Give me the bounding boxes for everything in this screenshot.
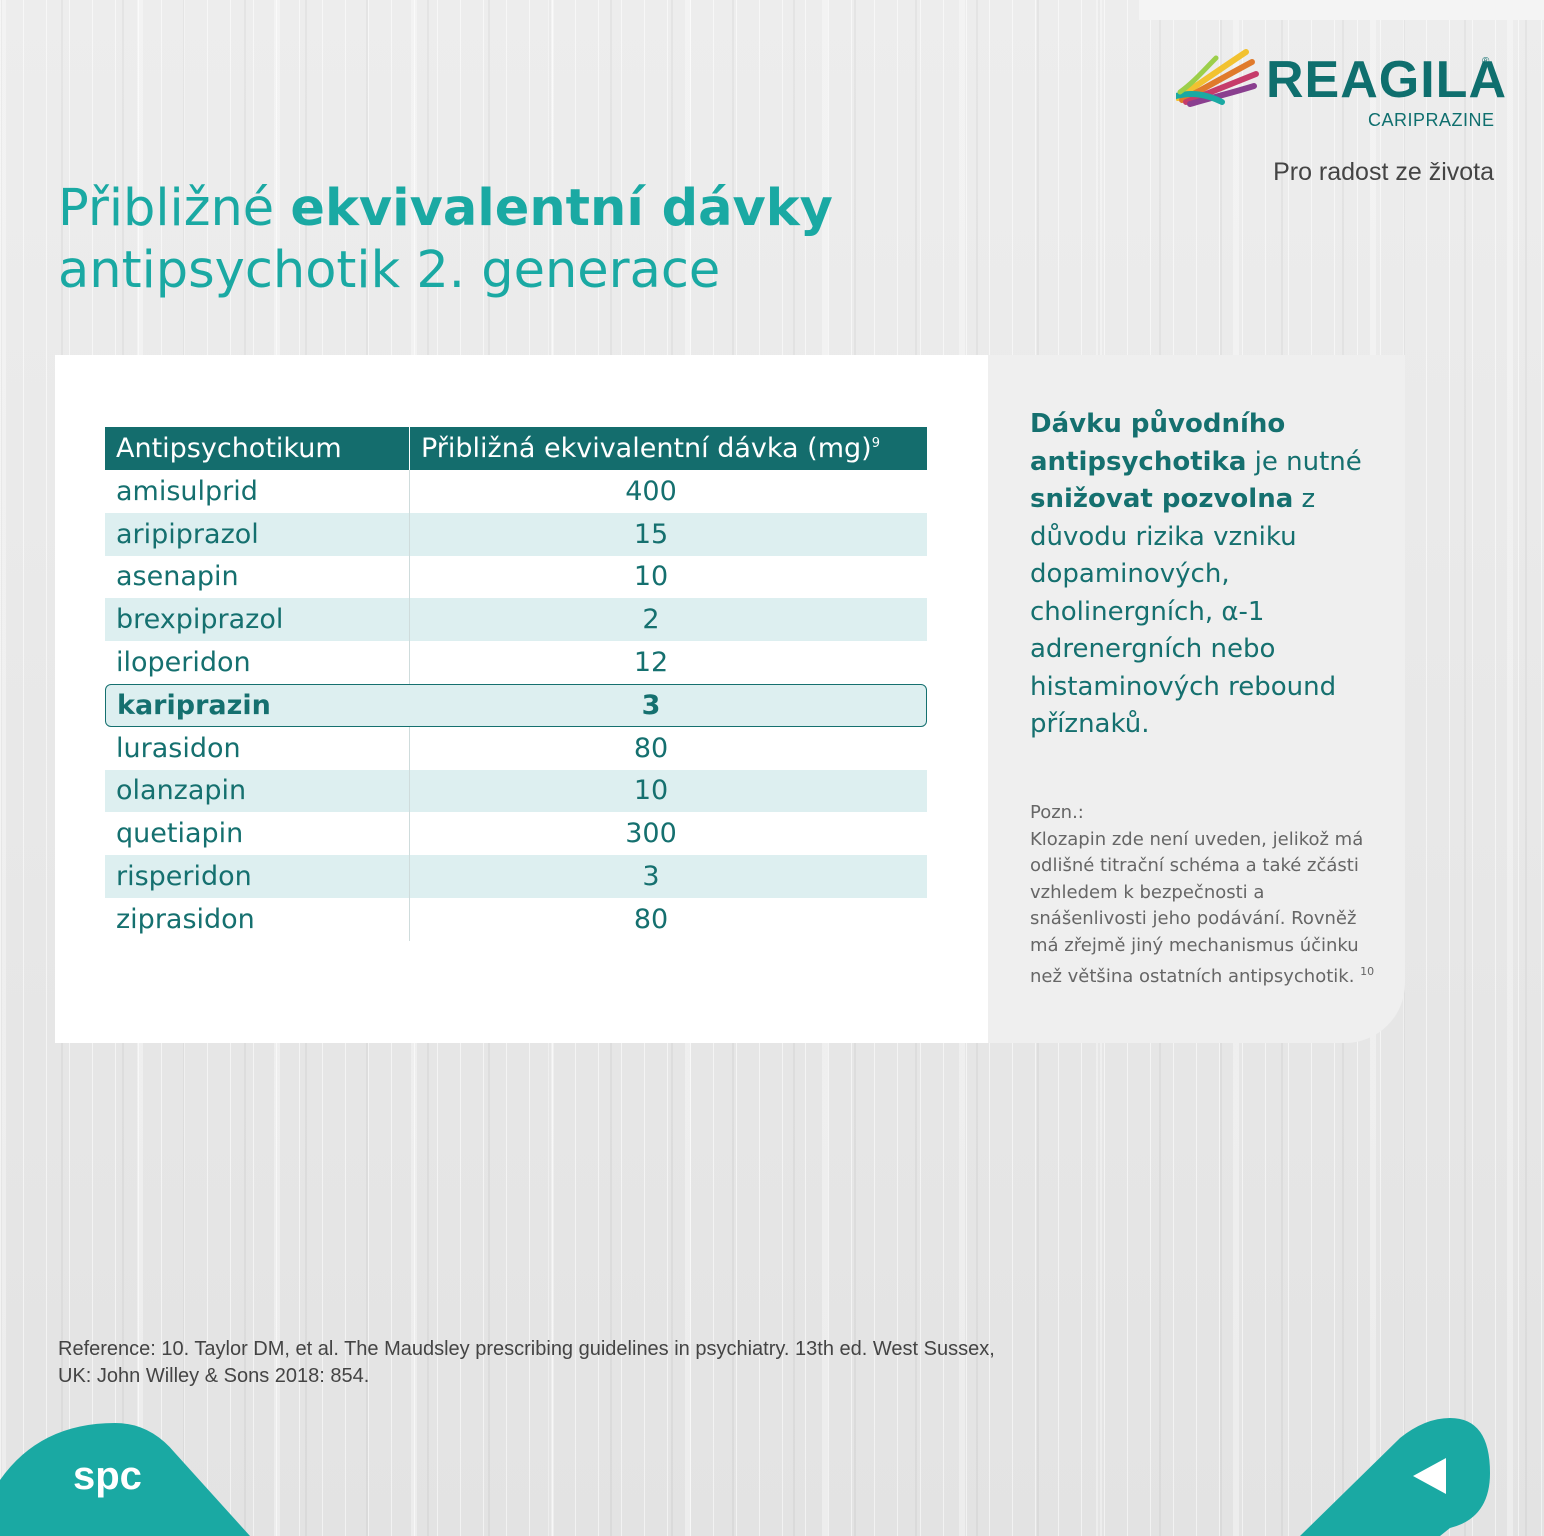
advice-text-1: je nutné <box>1246 446 1362 477</box>
table-row: quetiapin 300 <box>105 812 927 856</box>
dose-cell: 10 <box>633 775 669 807</box>
advice-bold-2: snižovat pozvolna <box>1030 484 1294 514</box>
table-header: Antipsychotikum Přibližná ekvivalentní d… <box>105 427 927 470</box>
note-text: Klozapin zde není uveden, jelikož má odl… <box>1030 828 1364 988</box>
title-normal: Přibližné <box>58 179 291 238</box>
dose-cell: 400 <box>625 475 677 507</box>
table-row-highlighted: kariprazin 3 <box>105 683 927 727</box>
reagila-logo: REAGILA ® CARIPRAZINE <box>1176 48 1506 138</box>
dose-table: Antipsychotikum Přibližná ekvivalentní d… <box>105 427 927 941</box>
spc-label[interactable]: spc <box>73 1454 142 1499</box>
dose-cell: 2 <box>642 604 660 636</box>
logo-wordmark: REAGILA <box>1266 51 1507 109</box>
dose-cell: 12 <box>633 647 669 679</box>
drug-cell: olanzapin <box>105 769 410 813</box>
header-dose-label: Přibližná ekvivalentní dávka (mg) <box>421 433 872 464</box>
back-button[interactable] <box>1300 1418 1544 1536</box>
dose-cell: 80 <box>633 732 669 764</box>
header-footnote: 9 <box>871 436 880 451</box>
dose-cell: 10 <box>633 561 669 593</box>
logo-subtitle: CARIPRAZINE <box>1368 110 1495 130</box>
page-title: Přibližné ekvivalentní dávky antipsychot… <box>58 178 833 302</box>
reference-line-2: UK: John Willey & Sons 2018: 854. <box>58 1365 370 1387</box>
drug-cell: amisulprid <box>105 470 410 513</box>
note-label: Pozn.: <box>1030 802 1084 823</box>
table-row: olanzapin 10 <box>105 769 927 813</box>
table-row: brexpiprazol 2 <box>105 598 927 642</box>
header-dose: Přibližná ekvivalentní dávka (mg)9 <box>410 433 927 464</box>
tagline: Pro radost ze života <box>1273 158 1494 186</box>
drug-cell: brexpiprazol <box>105 598 410 642</box>
advice-text-2: z důvodu rizika vzniku dopaminových, cho… <box>1030 484 1337 739</box>
table-row: ziprasidon 80 <box>105 897 927 941</box>
drug-cell: asenapin <box>105 555 410 599</box>
drug-cell: iloperidon <box>105 641 410 684</box>
taper-advice: Dávku původního antipsychotika je nutné … <box>1030 406 1370 744</box>
feather-logo-icon <box>1176 49 1259 107</box>
dose-cell: 80 <box>633 903 669 935</box>
note-footnote: 10 <box>1360 965 1375 978</box>
title-line2: antipsychotik 2. generace <box>58 241 721 300</box>
table-row: iloperidon 12 <box>105 641 927 684</box>
table-row: aripiprazol 15 <box>105 512 927 556</box>
dose-cell: 3 <box>642 861 660 893</box>
note-block: Pozn.: Klozapin zde není uveden, jelikož… <box>1030 800 1380 991</box>
dose-cell: 300 <box>625 818 677 850</box>
table-row: lurasidon 80 <box>105 726 927 770</box>
reference-line-1: Reference: 10. Taylor DM, et al. The Mau… <box>58 1338 995 1360</box>
drug-cell: ziprasidon <box>105 897 410 941</box>
table-row: asenapin 10 <box>105 555 927 599</box>
registered-mark: ® <box>1482 56 1490 67</box>
drug-cell: quetiapin <box>105 812 410 856</box>
reference: Reference: 10. Taylor DM, et al. The Mau… <box>58 1336 1178 1390</box>
drug-cell: risperidon <box>105 855 410 898</box>
title-bold: ekvivalentní dávky <box>290 179 833 238</box>
drug-cell: lurasidon <box>105 726 410 770</box>
top-right-strip <box>1139 0 1544 20</box>
drug-cell: aripiprazol <box>105 512 410 556</box>
header-drug: Antipsychotikum <box>105 427 410 470</box>
dose-cell: 15 <box>633 518 669 550</box>
table-row: risperidon 3 <box>105 855 927 898</box>
dose-cell: 3 <box>641 689 661 721</box>
table-row: amisulprid 400 <box>105 470 927 513</box>
drug-cell: kariprazin <box>117 689 271 721</box>
